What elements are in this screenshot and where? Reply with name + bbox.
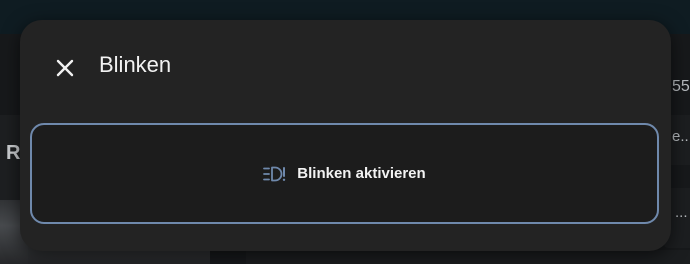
activate-blink-content: Blinken aktivieren [263,165,426,183]
activate-blink-label: Blinken aktivieren [297,165,426,182]
screen: R 55 e.. ... Blinken Blinken aktivieren [0,0,690,264]
close-button[interactable] [50,53,80,83]
background-right-text-2: ... [675,204,688,221]
background-left-letter: R [6,142,21,164]
background-right-text: e.. [672,128,689,145]
activate-blink-button[interactable]: Blinken aktivieren [30,123,659,224]
close-icon [56,59,74,77]
headlight-flash-icon [263,166,286,181]
dialog-title: Blinken [99,52,172,77]
background-bottom-card [246,250,690,264]
background-right-number: 55 [672,78,690,95]
blink-dialog: Blinken Blinken aktivieren [20,20,671,251]
